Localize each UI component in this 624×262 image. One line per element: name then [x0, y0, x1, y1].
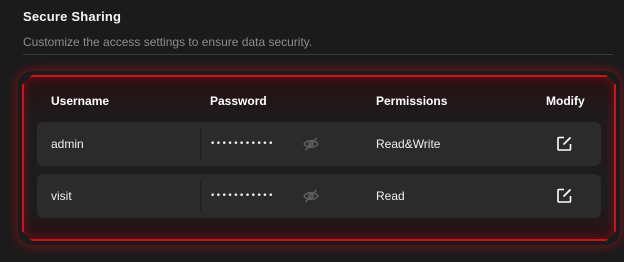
- username-cell: visit: [51, 189, 72, 203]
- table-row: admin ••••••••••• Read&Write: [37, 122, 601, 166]
- edit-icon[interactable]: [556, 187, 573, 204]
- eye-slash-icon[interactable]: [302, 187, 320, 205]
- header-modify: Modify: [546, 94, 585, 108]
- permissions-cell: Read&Write: [376, 137, 441, 151]
- header-permissions: Permissions: [376, 94, 448, 108]
- username-cell: admin: [51, 137, 84, 151]
- section-divider: [23, 54, 613, 55]
- header-username: Username: [51, 94, 110, 108]
- edit-icon[interactable]: [556, 135, 573, 152]
- password-cell: •••••••••••: [210, 139, 274, 149]
- table-row: visit ••••••••••• Read: [37, 174, 601, 218]
- eye-slash-icon[interactable]: [302, 135, 320, 153]
- section-title: Secure Sharing: [23, 9, 122, 24]
- section-subtitle: Customize the access settings to ensure …: [23, 35, 313, 49]
- column-separator: [200, 180, 201, 212]
- permissions-cell: Read: [376, 189, 405, 203]
- header-password: Password: [210, 94, 267, 108]
- password-cell: •••••••••••: [210, 191, 274, 201]
- column-separator: [200, 128, 201, 160]
